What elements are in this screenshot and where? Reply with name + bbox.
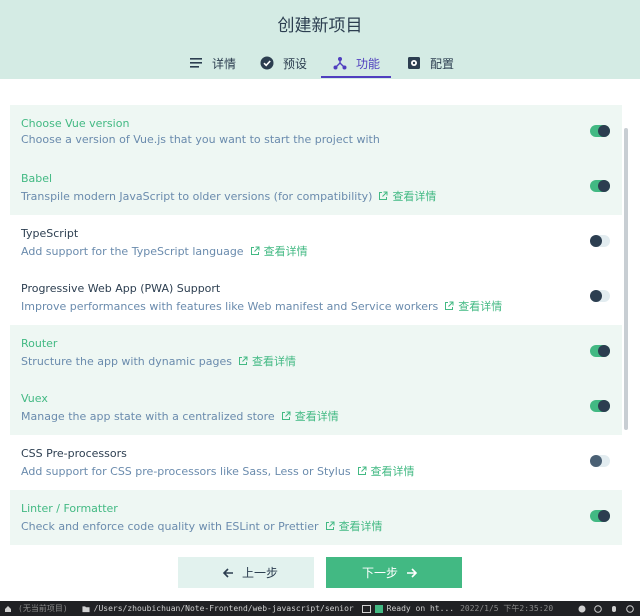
list-icon xyxy=(188,55,204,71)
status-bar: (无当前项目) /Users/zhoubichuan/Note-Frontend… xyxy=(0,601,640,616)
tab-bar: 详情 预设 功能 配置 xyxy=(0,48,640,79)
external-link-icon xyxy=(378,191,388,201)
feature-name: Linter / Formatter xyxy=(21,502,118,515)
tab-label: 预设 xyxy=(283,56,308,71)
feature-description: Manage the app state with a centralized … xyxy=(21,408,339,424)
feature-toggle[interactable] xyxy=(590,235,610,247)
scrollbar[interactable] xyxy=(624,128,628,430)
next-button[interactable]: 下一步 xyxy=(326,557,462,588)
more-info-link[interactable]: 查看详情 xyxy=(252,353,296,369)
datetime: 2022/1/5 下午2:35:20 xyxy=(460,604,554,613)
external-link-icon xyxy=(238,356,248,366)
status-icons xyxy=(578,604,640,613)
feature-name: Progressive Web App (PWA) Support xyxy=(21,282,221,295)
feature-name: Router xyxy=(21,337,58,350)
feature-description: Improve performances with features like … xyxy=(21,298,503,314)
feature-description: Add support for the TypeScript language … xyxy=(21,243,308,259)
folder-icon xyxy=(82,605,90,613)
info-icon[interactable] xyxy=(626,604,634,613)
feature-toggle[interactable] xyxy=(590,125,610,137)
feature-row-css-preprocessors[interactable]: CSS Pre-processors Add support for CSS p… xyxy=(10,435,622,490)
external-link-icon xyxy=(281,411,291,421)
feature-description: Check and enforce code quality with ESLi… xyxy=(21,518,383,534)
external-link-icon xyxy=(444,301,454,311)
tab-label: 功能 xyxy=(356,56,381,71)
page-title: 创建新项目 xyxy=(277,16,363,36)
feature-row-router[interactable]: Router Structure the app with dynamic pa… xyxy=(10,325,622,380)
tab-details[interactable]: 详情 xyxy=(188,48,236,78)
moon-icon[interactable] xyxy=(578,605,586,613)
bug-icon[interactable] xyxy=(610,605,618,613)
globe-icon[interactable] xyxy=(594,604,602,613)
feature-toggle[interactable] xyxy=(590,345,610,357)
tab-label: 详情 xyxy=(212,56,237,71)
next-button-label: 下一步 xyxy=(361,566,398,580)
check-circle-icon xyxy=(259,55,275,71)
tab-features[interactable]: 功能 xyxy=(332,48,380,78)
feature-list: Choose Vue version Choose a version of V… xyxy=(10,105,622,545)
feature-toggle[interactable] xyxy=(590,455,610,467)
feature-row-linter[interactable]: Linter / Formatter Check and enforce cod… xyxy=(10,490,622,545)
feature-name: CSS Pre-processors xyxy=(21,447,127,460)
feature-toggle[interactable] xyxy=(590,400,610,412)
status-icon xyxy=(374,604,383,613)
arrow-right-icon xyxy=(406,567,418,579)
more-info-link[interactable]: 查看详情 xyxy=(264,243,308,259)
tab-presets[interactable]: 预设 xyxy=(259,48,307,78)
more-info-link[interactable]: 查看详情 xyxy=(392,188,436,204)
feature-name: Babel xyxy=(21,172,53,185)
home-icon xyxy=(4,605,12,613)
feature-toggle[interactable] xyxy=(590,510,610,522)
feature-row-pwa[interactable]: Progressive Web App (PWA) Support Improv… xyxy=(10,270,622,325)
feature-name: Choose Vue version xyxy=(21,117,130,130)
status-indicator: Ready on ht... xyxy=(374,604,454,613)
previous-button[interactable]: 上一步 xyxy=(178,557,314,588)
terminal-icon[interactable] xyxy=(361,604,371,613)
feature-description: Choose a version of Vue.js that you want… xyxy=(21,133,380,146)
feature-row-vuex[interactable]: Vuex Manage the app state with a central… xyxy=(10,380,622,435)
feature-toggle[interactable] xyxy=(590,180,610,192)
feature-description: Transpile modern JavaScript to older ver… xyxy=(21,188,437,204)
tab-label: 配置 xyxy=(430,56,455,71)
feature-name: Vuex xyxy=(21,392,48,405)
external-link-icon xyxy=(325,521,335,531)
previous-button-label: 上一步 xyxy=(241,566,278,580)
feature-row-vue-version[interactable]: Choose Vue version Choose a version of V… xyxy=(10,105,622,160)
more-info-link[interactable]: 查看详情 xyxy=(371,463,415,479)
feature-row-babel[interactable]: Babel Transpile modern JavaScript to old… xyxy=(10,160,622,215)
fork-icon xyxy=(332,55,348,71)
more-info-link[interactable]: 查看详情 xyxy=(295,408,339,424)
header: 创建新项目 详情 预设 功能 配置 xyxy=(0,0,640,79)
tab-config[interactable]: 配置 xyxy=(406,48,454,78)
external-link-icon xyxy=(250,246,260,256)
more-info-link[interactable]: 查看详情 xyxy=(458,298,502,314)
feature-row-typescript[interactable]: TypeScript Add support for the TypeScrip… xyxy=(10,215,622,270)
feature-description: Structure the app with dynamic pages 查看详… xyxy=(21,353,296,369)
feature-toggle[interactable] xyxy=(590,290,610,302)
arrow-left-icon xyxy=(222,567,234,579)
settings-chip-icon xyxy=(406,55,422,71)
feature-name: TypeScript xyxy=(21,227,79,240)
feature-description: Add support for CSS pre-processors like … xyxy=(21,463,415,479)
folder-path[interactable]: /Users/zhoubichuan/Note-Frontend/web-jav… xyxy=(82,604,354,613)
more-info-link[interactable]: 查看详情 xyxy=(339,518,383,534)
active-tab-indicator xyxy=(321,76,391,78)
external-link-icon xyxy=(357,466,367,476)
project-selector[interactable]: (无当前项目) xyxy=(4,603,68,614)
